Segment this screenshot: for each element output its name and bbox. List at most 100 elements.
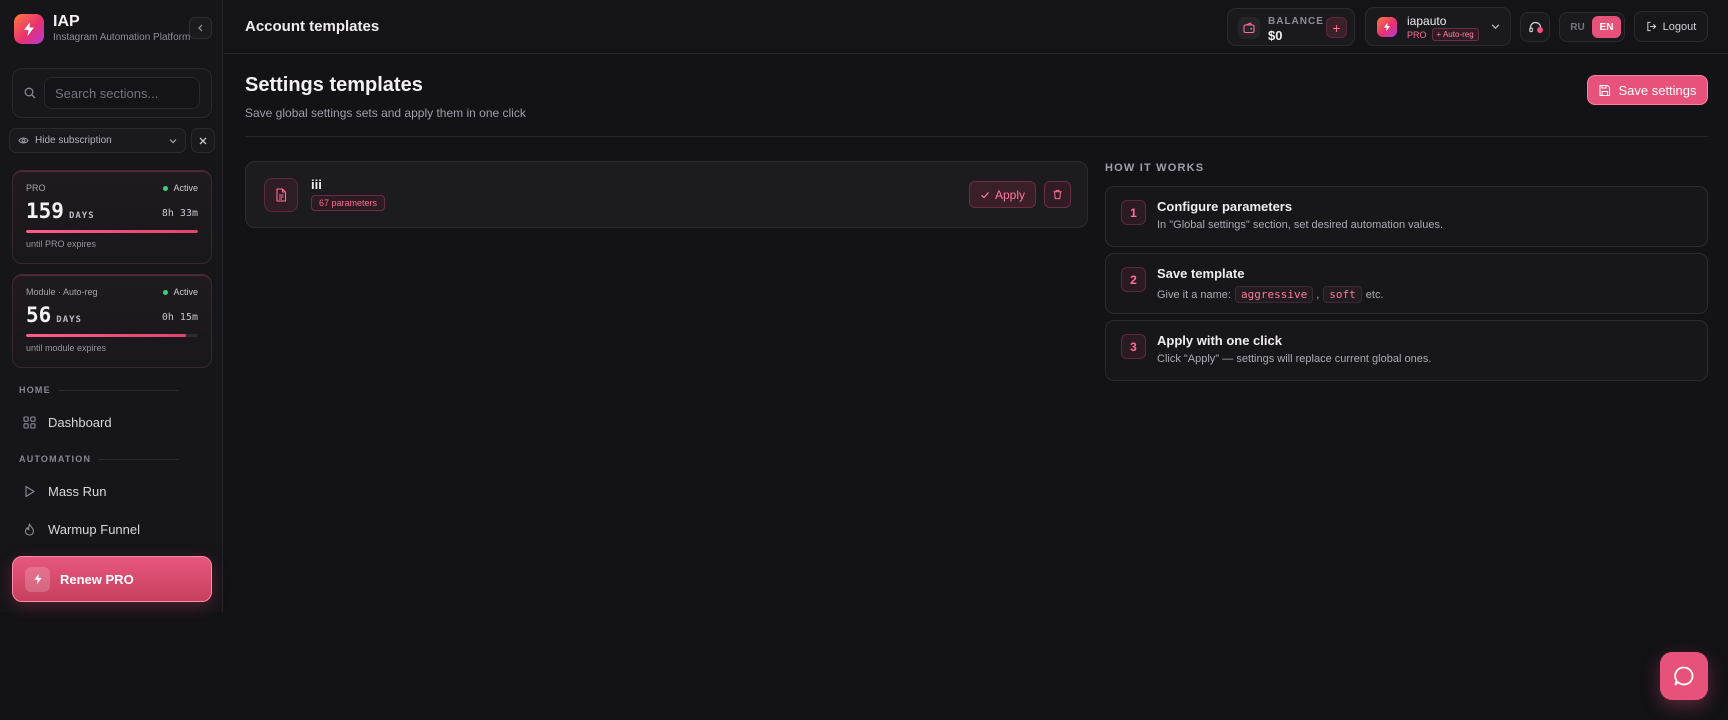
how-step-2: 2 Save template Give it a name: aggressi…: [1105, 253, 1708, 314]
page-title: Account templates: [245, 18, 380, 35]
close-subscription-button[interactable]: [191, 128, 215, 153]
account-switcher[interactable]: iapauto PRO + Auto-reg: [1365, 7, 1511, 46]
chat-bubble-icon: [1673, 665, 1695, 687]
hide-subscription-toggle[interactable]: Hide subscription: [9, 128, 186, 153]
balance-widget: BALANCE $0 +: [1227, 8, 1355, 46]
step-title: Apply with one click: [1157, 333, 1282, 348]
how-step-3: 3 Apply with one click Click "Apply" — s…: [1105, 320, 1708, 381]
status-badge: Active: [163, 183, 198, 193]
check-icon: [980, 190, 990, 200]
subscription-kind: Module · Auto-reg: [26, 287, 98, 297]
eye-icon: [18, 135, 29, 146]
step-number: 3: [1121, 334, 1146, 359]
step-title: Configure parameters: [1157, 199, 1293, 214]
sidebar-item-label: Warmup Funnel: [48, 521, 140, 537]
subscription-kind: PRO: [26, 183, 46, 193]
balance-label: BALANCE: [1268, 16, 1324, 27]
step-description: In "Global settings" section, set desire…: [1157, 219, 1444, 231]
step-description: Click "Apply" — settings will replace cu…: [1157, 353, 1432, 365]
flame-icon: [23, 522, 36, 536]
account-plan: PRO + Auto-reg: [1407, 28, 1479, 41]
status-dot-icon: [163, 289, 169, 295]
until-text: until module expires: [26, 343, 107, 353]
play-icon: [23, 485, 36, 498]
code-chip: soft: [1323, 286, 1362, 303]
support-chat-button[interactable]: [1660, 652, 1708, 700]
notification-badge: [1537, 27, 1543, 33]
notifications-button[interactable]: [1520, 12, 1550, 42]
divider: [245, 136, 1708, 137]
logout-label: Logout: [1662, 20, 1697, 33]
balance-value: $0: [1268, 28, 1283, 43]
search-box: [12, 68, 212, 118]
chevron-down-icon: [1491, 22, 1500, 31]
sidebar: IAP Instagram Automation Platform Hide s…: [0, 0, 223, 612]
section-label-automation: AUTOMATION: [19, 454, 179, 464]
progress-bar: [26, 230, 198, 233]
plan-tag: + Auto-reg: [1431, 28, 1479, 41]
step-title: Save template: [1157, 266, 1245, 281]
sidebar-item-label: Dashboard: [48, 414, 112, 430]
avatar: [1377, 17, 1397, 37]
subscription-card-pro: PRO Active 159 DAYS 8h 33m until PRO exp…: [12, 170, 212, 264]
section-subtitle: Save global settings sets and apply them…: [245, 106, 526, 120]
language-switch: RU EN: [1559, 12, 1625, 42]
days-count: 159: [26, 199, 64, 223]
renew-pro-label: Renew PRO: [60, 571, 134, 587]
template-card: iii 67 parameters Apply: [245, 161, 1088, 228]
logout-button[interactable]: Logout: [1634, 11, 1708, 42]
days-count: 56: [26, 303, 52, 327]
lang-option-ru[interactable]: RU: [1563, 16, 1592, 38]
days-unit: DAYS: [56, 315, 82, 325]
delete-template-button[interactable]: [1044, 181, 1071, 208]
sidebar-item-dashboard[interactable]: Dashboard: [12, 405, 212, 439]
section-title: Settings templates: [245, 74, 423, 96]
status-badge: Active: [163, 287, 198, 297]
topbar: Account templates BALANCE $0 + iapauto P…: [224, 0, 1728, 54]
document-icon: [264, 178, 298, 212]
template-params-badge: 67 parameters: [311, 195, 386, 211]
brand[interactable]: IAP Instagram Automation Platform: [14, 13, 190, 44]
apply-label: Apply: [994, 187, 1026, 202]
status-dot-icon: [163, 185, 169, 191]
progress-bar: [26, 334, 198, 337]
step-number: 2: [1121, 267, 1146, 292]
time-remaining: 8h 33m: [161, 208, 198, 219]
step-description: Give it a name: aggressive , soft etc.: [1157, 286, 1384, 303]
time-remaining: 0h 15m: [161, 312, 198, 323]
chevron-down-icon: [169, 137, 177, 145]
add-balance-button[interactable]: +: [1326, 17, 1347, 38]
code-chip: aggressive: [1234, 286, 1314, 303]
apply-template-button[interactable]: Apply: [969, 181, 1036, 208]
template-name: iii: [311, 177, 322, 192]
step-number: 1: [1121, 200, 1146, 225]
sidebar-item-label: Mass Run: [48, 483, 107, 499]
until-text: until PRO expires: [26, 239, 97, 249]
trash-icon: [1052, 189, 1063, 200]
chevron-left-icon: [197, 24, 205, 32]
section-label-home: HOME: [19, 385, 179, 395]
lightning-icon: [25, 566, 50, 592]
wallet-icon: [1238, 17, 1260, 39]
lang-option-en[interactable]: EN: [1592, 16, 1621, 38]
sidebar-item-mass-run[interactable]: Mass Run: [12, 474, 212, 508]
logout-icon: [1646, 21, 1657, 32]
search-input[interactable]: [44, 77, 200, 109]
subscription-card-module: Module · Auto-reg Active 56 DAYS 0h 15m …: [12, 274, 212, 368]
save-icon: [1598, 84, 1611, 97]
brand-subtitle: Instagram Automation Platform: [53, 32, 191, 43]
close-icon: [199, 137, 207, 145]
collapse-sidebar-button[interactable]: [189, 17, 212, 39]
save-settings-label: Save settings: [1618, 82, 1697, 98]
how-step-1: 1 Configure parameters In "Global settin…: [1105, 186, 1708, 247]
grid-icon: [23, 415, 36, 429]
search-icon: [24, 87, 36, 99]
how-it-works-title: HOW IT WORKS: [1105, 162, 1205, 174]
renew-pro-button[interactable]: Renew PRO: [12, 556, 212, 602]
sidebar-item-warmup-funnel[interactable]: Warmup Funnel: [12, 512, 212, 546]
brand-logo-icon: [14, 13, 44, 44]
days-unit: DAYS: [68, 211, 95, 221]
account-name: iapauto: [1407, 14, 1447, 28]
save-settings-button[interactable]: Save settings: [1587, 75, 1708, 105]
hide-subscription-label: Hide subscription: [35, 135, 112, 146]
